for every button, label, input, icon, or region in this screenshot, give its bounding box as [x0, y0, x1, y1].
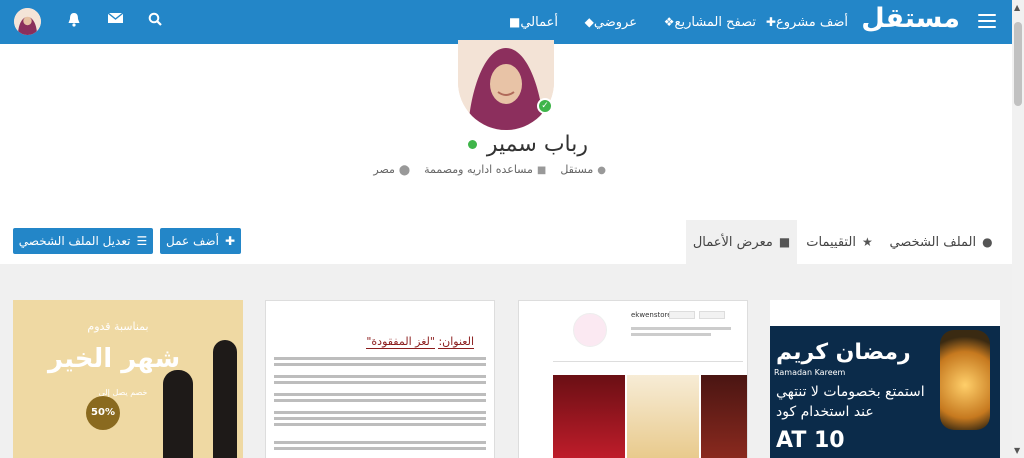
cubes-icon: ❖	[663, 15, 675, 29]
card-title-label: العنوان:	[438, 335, 474, 349]
envelope-icon[interactable]	[106, 12, 124, 28]
portfolio-card[interactable]: بمناسبة قدوم شهر الخير خصم يصل إلى 50%	[13, 300, 243, 458]
star-icon: ★	[861, 235, 873, 249]
discount-badge: 50%	[86, 396, 120, 430]
nav-add-project-label: أضف مشروع	[775, 14, 848, 30]
briefcase-icon: ■	[509, 15, 521, 29]
sliders-icon: ☰	[136, 234, 148, 248]
product-image	[627, 375, 699, 458]
profile-meta: ●مستقل ■مساعده اداريه ومصممة ⬤مصر	[373, 163, 606, 176]
card-title: العنوان: "لغز المفقودة"	[366, 335, 474, 349]
divider	[553, 361, 743, 362]
model-figure-image	[163, 370, 193, 458]
scrollbar-thumb[interactable]	[1014, 22, 1022, 106]
text-line	[274, 441, 486, 444]
bell-icon[interactable]	[65, 12, 83, 31]
profile-chip	[699, 311, 725, 319]
scroll-down-arrow-icon[interactable]: ▼	[1014, 446, 1020, 455]
text-line	[631, 333, 711, 336]
text-line	[274, 423, 486, 426]
store-logo	[573, 313, 607, 347]
nav-add-project[interactable]: ✚ أضف مشروع	[761, 0, 848, 44]
nav-my-works[interactable]: ■ أعمالي	[504, 0, 558, 44]
meta-account-type: ●مستقل	[560, 163, 606, 176]
nav-my-offers[interactable]: ◆ عروضي	[580, 0, 637, 44]
tag-icon: ◆	[584, 15, 594, 29]
lantern-image	[940, 330, 990, 430]
edit-profile-button[interactable]: ☰ تعديل الملف الشخصي	[13, 228, 153, 254]
briefcase-icon: ■	[536, 165, 547, 176]
portfolio-card[interactable]: ekwenstore	[518, 300, 748, 458]
text-line	[274, 399, 486, 402]
card-heading: بمناسبة قدوم	[87, 320, 149, 333]
verified-check-icon: ✓	[537, 98, 553, 114]
card-subtitle: Ramadan Kareem	[774, 368, 846, 377]
online-status-dot	[467, 140, 477, 149]
model-figure-image	[213, 340, 237, 458]
meta-job-title: ■مساعده اداريه ومصممة	[424, 163, 546, 176]
search-icon[interactable]	[146, 12, 164, 30]
promo-code: AT 10	[776, 428, 845, 453]
profile-chip	[669, 311, 695, 319]
text-line	[274, 411, 486, 414]
text-line	[274, 381, 486, 384]
job-title-text: مساعده اداريه ومصممة	[424, 163, 533, 176]
profile-name: رباب سمير	[486, 132, 588, 157]
top-navbar: مستقل ✚ أضف مشروع ❖ تصفح المشاريع ◆ عروض…	[0, 0, 1012, 44]
country-text: مصر	[373, 163, 395, 176]
product-image	[553, 375, 625, 458]
nav-my-offers-label: عروضي	[593, 14, 637, 30]
text-line	[274, 447, 486, 450]
tab-profile[interactable]: ● الملف الشخصي	[882, 220, 1000, 264]
text-line	[274, 357, 486, 360]
user-icon: ●	[597, 165, 606, 176]
meta-country: ⬤مصر	[373, 163, 410, 176]
text-line	[631, 327, 731, 330]
store-name: ekwenstore	[631, 311, 672, 319]
nav-browse-projects[interactable]: ❖ تصفح المشاريع	[659, 0, 756, 44]
scroll-up-arrow-icon[interactable]: ▲	[1014, 3, 1020, 12]
site-logo[interactable]: مستقل	[861, 3, 961, 34]
add-work-label: أضف عمل	[166, 234, 219, 248]
portfolio-gallery: بمناسبة قدوم شهر الخير خصم يصل إلى 50% ا…	[0, 264, 1012, 458]
user-avatar[interactable]	[14, 8, 41, 35]
text-line	[274, 375, 486, 378]
tab-portfolio-label: معرض الأعمال	[692, 234, 773, 250]
account-type-text: مستقل	[560, 163, 594, 176]
card-title: رمضان كريم	[776, 340, 911, 365]
profile-avatar	[458, 40, 554, 130]
tab-portfolio[interactable]: ■ معرض الأعمال	[686, 220, 797, 264]
page-scrollbar[interactable]: ▲ ▼	[1012, 0, 1024, 458]
plus-icon: ✚	[765, 15, 776, 29]
card-title-text: "لغز المفقودة"	[366, 335, 435, 349]
portfolio-card[interactable]: رمضان كريم Ramadan Kareem استمتع بخصومات…	[770, 300, 1000, 458]
add-work-button[interactable]: ✚ أضف عمل	[160, 228, 241, 254]
map-marker-icon: ⬤	[398, 165, 411, 176]
briefcase-icon: ■	[778, 235, 791, 249]
plus-icon: ✚	[224, 234, 236, 248]
tab-profile-label: الملف الشخصي	[889, 234, 977, 250]
nav-browse-projects-label: تصفح المشاريع	[674, 14, 756, 30]
menu-icon[interactable]	[978, 14, 996, 28]
profile-name-row: رباب سمير	[467, 132, 588, 157]
tab-reviews-label: التقييمات	[806, 234, 856, 250]
text-line	[274, 363, 486, 366]
user-icon: ●	[982, 235, 993, 249]
tab-reviews[interactable]: ★ التقييمات	[797, 220, 882, 264]
site-header-strip	[770, 300, 1000, 326]
product-image	[701, 375, 747, 458]
card-line-2: عند استخدام كود	[776, 404, 874, 420]
edit-profile-label: تعديل الملف الشخصي	[18, 234, 131, 248]
text-line	[274, 393, 486, 396]
card-big-text: شهر الخير	[48, 344, 181, 374]
text-line	[274, 417, 486, 420]
nav-my-works-label: أعمالي	[520, 14, 558, 30]
portfolio-card[interactable]: العنوان: "لغز المفقودة"	[265, 300, 495, 458]
card-line-1: استمتع بخصومات لا تنتهي	[776, 384, 925, 400]
